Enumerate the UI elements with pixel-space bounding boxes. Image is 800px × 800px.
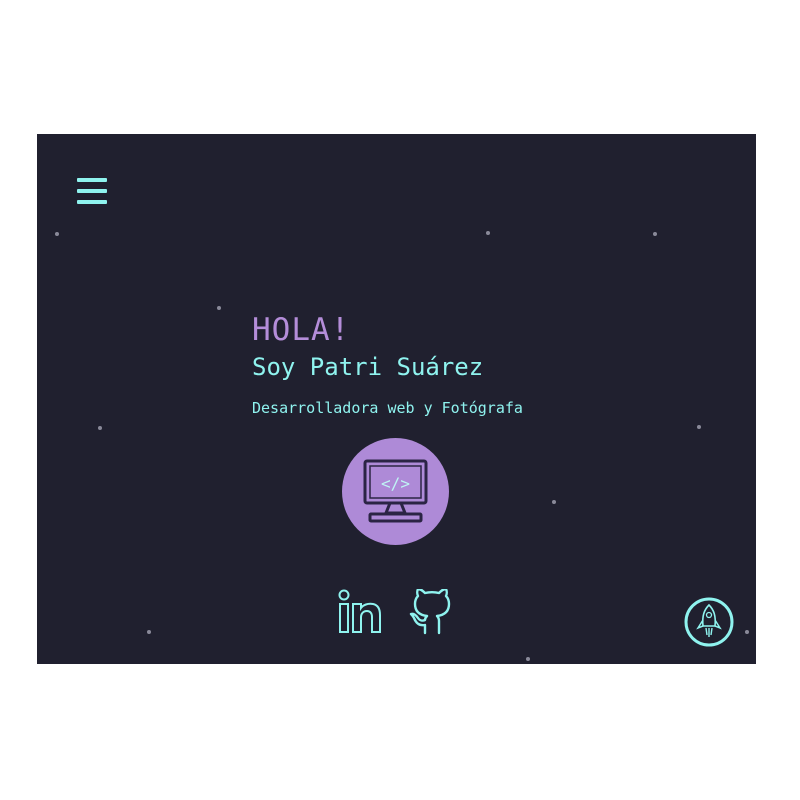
hero-section: HOLA! Soy Patri Suárez Desarrolladora we… [252, 310, 523, 421]
hamburger-menu-icon [77, 200, 107, 204]
background-star [745, 630, 749, 634]
linkedin-link[interactable] [338, 589, 382, 635]
name-heading: Soy Patri Suárez [252, 353, 484, 381]
greeting-heading: HOLA! [252, 312, 351, 348]
background-star [486, 231, 490, 235]
profession-subtitle: Desarrolladora web y Fotógrafa [252, 399, 523, 417]
background-star [552, 500, 556, 504]
github-link[interactable] [409, 587, 455, 635]
background-star [697, 425, 701, 429]
background-star [217, 306, 221, 310]
rocket-icon [684, 597, 734, 647]
background-star [653, 232, 657, 236]
portfolio-screen: HOLA! Soy Patri Suárez Desarrolladora we… [37, 134, 756, 664]
hamburger-menu-icon [77, 189, 107, 193]
github-icon [409, 587, 451, 635]
background-star [55, 232, 59, 236]
linkedin-icon [338, 589, 381, 633]
computer-code-icon: </> [363, 459, 428, 523]
menu-button[interactable] [77, 178, 107, 204]
background-star [98, 426, 102, 430]
background-star [526, 657, 530, 661]
developer-avatar: </> [342, 438, 449, 545]
background-star [147, 630, 151, 634]
code-symbol: </> [381, 474, 410, 493]
scroll-top-button[interactable] [683, 596, 735, 648]
hamburger-menu-icon [77, 178, 107, 182]
